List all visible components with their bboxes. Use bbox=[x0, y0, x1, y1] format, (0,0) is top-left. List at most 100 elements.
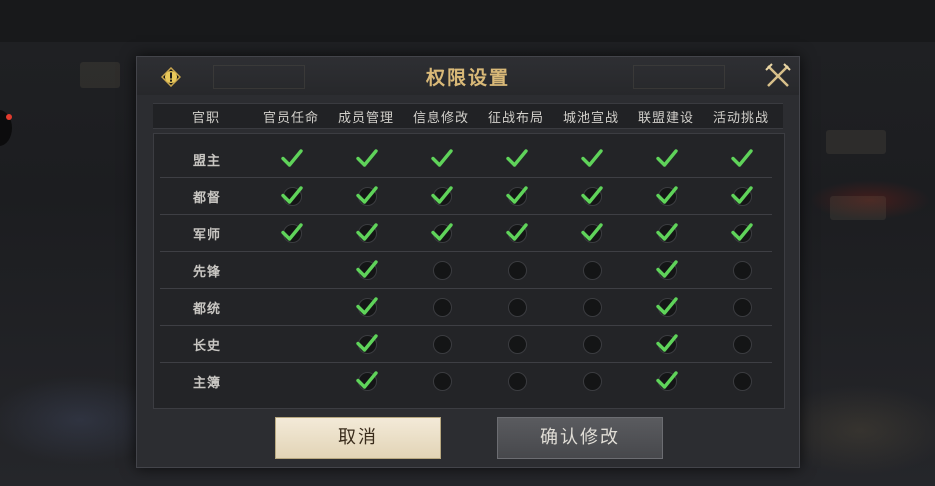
permission-checkbox-checked[interactable] bbox=[355, 368, 379, 392]
permission-checkbox-checked[interactable] bbox=[430, 183, 454, 207]
rank-label: 都督 bbox=[192, 191, 221, 206]
check-icon bbox=[505, 183, 529, 211]
checkbox-circle bbox=[508, 298, 527, 317]
permission-checkbox-checked[interactable] bbox=[505, 146, 529, 170]
permission-checkbox-unchecked[interactable] bbox=[430, 331, 454, 355]
check-icon bbox=[655, 257, 679, 285]
permission-checkbox-checked[interactable] bbox=[355, 257, 379, 281]
check-icon bbox=[655, 368, 679, 396]
permission-row: 都统 bbox=[160, 288, 772, 326]
permission-checkbox-checked[interactable] bbox=[580, 146, 604, 170]
check-icon bbox=[281, 149, 303, 167]
check-icon bbox=[580, 183, 604, 211]
rank-label: 先锋 bbox=[192, 265, 221, 280]
permission-checkbox-checked[interactable] bbox=[355, 294, 379, 318]
checkbox-circle bbox=[583, 298, 602, 317]
permission-checkbox-checked[interactable] bbox=[280, 183, 304, 207]
check-icon bbox=[506, 149, 528, 167]
permission-checkbox-checked[interactable] bbox=[730, 220, 754, 244]
permission-checkbox-checked[interactable] bbox=[655, 146, 679, 170]
permission-checkbox-unchecked[interactable] bbox=[580, 331, 604, 355]
permission-table: 盟主 都督 军师 先锋 都统 长史 主簿 bbox=[153, 133, 785, 409]
check-icon bbox=[280, 220, 304, 248]
permission-checkbox-unchecked[interactable] bbox=[580, 257, 604, 281]
permission-checkbox-unchecked[interactable] bbox=[505, 257, 529, 281]
permission-checkbox-checked[interactable] bbox=[655, 331, 679, 355]
permission-checkbox-unchecked[interactable] bbox=[430, 257, 454, 281]
checkbox-circle bbox=[583, 261, 602, 280]
checkbox-circle bbox=[733, 335, 752, 354]
permission-settings-dialog: 权限设置 官职 官员任命 成员管理 信息修改 征战布局 城池宣战 联盟建设 活动… bbox=[136, 56, 800, 468]
checkbox-circle bbox=[733, 372, 752, 391]
background-panel-left bbox=[80, 62, 120, 88]
checkbox-circle bbox=[508, 372, 527, 391]
permission-checkbox-checked[interactable] bbox=[655, 257, 679, 281]
checkbox-circle bbox=[433, 298, 452, 317]
permission-checkbox-unchecked[interactable] bbox=[505, 294, 529, 318]
permission-checkbox-checked[interactable] bbox=[355, 146, 379, 170]
background-panel-right bbox=[826, 130, 886, 154]
rank-header: 官职 bbox=[191, 111, 220, 126]
check-icon bbox=[505, 220, 529, 248]
permission-checkbox-checked[interactable] bbox=[730, 146, 754, 170]
permission-checkbox-checked[interactable] bbox=[355, 331, 379, 355]
permission-checkbox-checked[interactable] bbox=[655, 220, 679, 244]
permission-checkbox-unchecked[interactable] bbox=[730, 294, 754, 318]
permission-checkbox-checked[interactable] bbox=[430, 220, 454, 244]
permission-checkbox-checked[interactable] bbox=[355, 183, 379, 207]
header-alliance-build: 联盟建设 bbox=[637, 111, 694, 126]
checkbox-circle bbox=[583, 372, 602, 391]
permission-checkbox-unchecked[interactable] bbox=[505, 331, 529, 355]
checkbox-circle bbox=[733, 298, 752, 317]
check-icon bbox=[430, 183, 454, 211]
permission-checkbox-unchecked[interactable] bbox=[730, 331, 754, 355]
header-info-edit: 信息修改 bbox=[412, 111, 469, 126]
notification-dot bbox=[6, 114, 12, 120]
permission-checkbox-checked[interactable] bbox=[280, 220, 304, 244]
check-icon bbox=[581, 149, 603, 167]
dialog-title-bar: 权限设置 bbox=[137, 57, 799, 95]
permission-checkbox-checked[interactable] bbox=[655, 294, 679, 318]
permission-checkbox-checked[interactable] bbox=[430, 146, 454, 170]
confirm-changes-button[interactable]: 确认修改 bbox=[497, 417, 663, 459]
permission-checkbox-unchecked[interactable] bbox=[730, 368, 754, 392]
checkbox-circle bbox=[433, 372, 452, 391]
permission-checkbox-unchecked[interactable] bbox=[580, 368, 604, 392]
permission-checkbox-unchecked[interactable] bbox=[430, 368, 454, 392]
permission-row: 都督 bbox=[160, 177, 772, 215]
permission-checkbox-unchecked[interactable] bbox=[580, 294, 604, 318]
permission-checkbox-checked[interactable] bbox=[505, 220, 529, 244]
header-city-war: 城池宣战 bbox=[562, 111, 619, 126]
checkbox-circle bbox=[733, 261, 752, 280]
rank-label: 长史 bbox=[192, 339, 221, 354]
permission-row: 盟主 bbox=[160, 140, 772, 178]
header-member-management: 成员管理 bbox=[337, 111, 394, 126]
crossed-swords-close-icon[interactable] bbox=[763, 61, 793, 91]
permission-checkbox-checked[interactable] bbox=[355, 220, 379, 244]
check-icon bbox=[355, 368, 379, 396]
background-panel-right-2 bbox=[830, 196, 886, 220]
check-icon bbox=[655, 220, 679, 248]
check-icon bbox=[655, 331, 679, 359]
check-icon bbox=[730, 220, 754, 248]
permission-checkbox-checked[interactable] bbox=[655, 368, 679, 392]
permission-checkbox-checked[interactable] bbox=[655, 183, 679, 207]
header-appoint-officials: 官员任命 bbox=[262, 111, 319, 126]
permission-checkbox-checked[interactable] bbox=[730, 183, 754, 207]
check-icon bbox=[430, 220, 454, 248]
permission-checkbox-checked[interactable] bbox=[505, 183, 529, 207]
check-icon bbox=[355, 257, 379, 285]
check-icon bbox=[355, 331, 379, 359]
permission-checkbox-unchecked[interactable] bbox=[730, 257, 754, 281]
permission-checkbox-checked[interactable] bbox=[580, 220, 604, 244]
rank-label: 都统 bbox=[192, 302, 221, 317]
cancel-button[interactable]: 取消 bbox=[275, 417, 441, 459]
permission-checkbox-checked[interactable] bbox=[580, 183, 604, 207]
permission-checkbox-unchecked[interactable] bbox=[430, 294, 454, 318]
check-icon bbox=[731, 149, 753, 167]
permission-row: 军师 bbox=[160, 214, 772, 252]
permission-checkbox-checked[interactable] bbox=[280, 146, 304, 170]
exclamation-icon[interactable] bbox=[161, 67, 181, 87]
check-icon bbox=[431, 149, 453, 167]
permission-checkbox-unchecked[interactable] bbox=[505, 368, 529, 392]
